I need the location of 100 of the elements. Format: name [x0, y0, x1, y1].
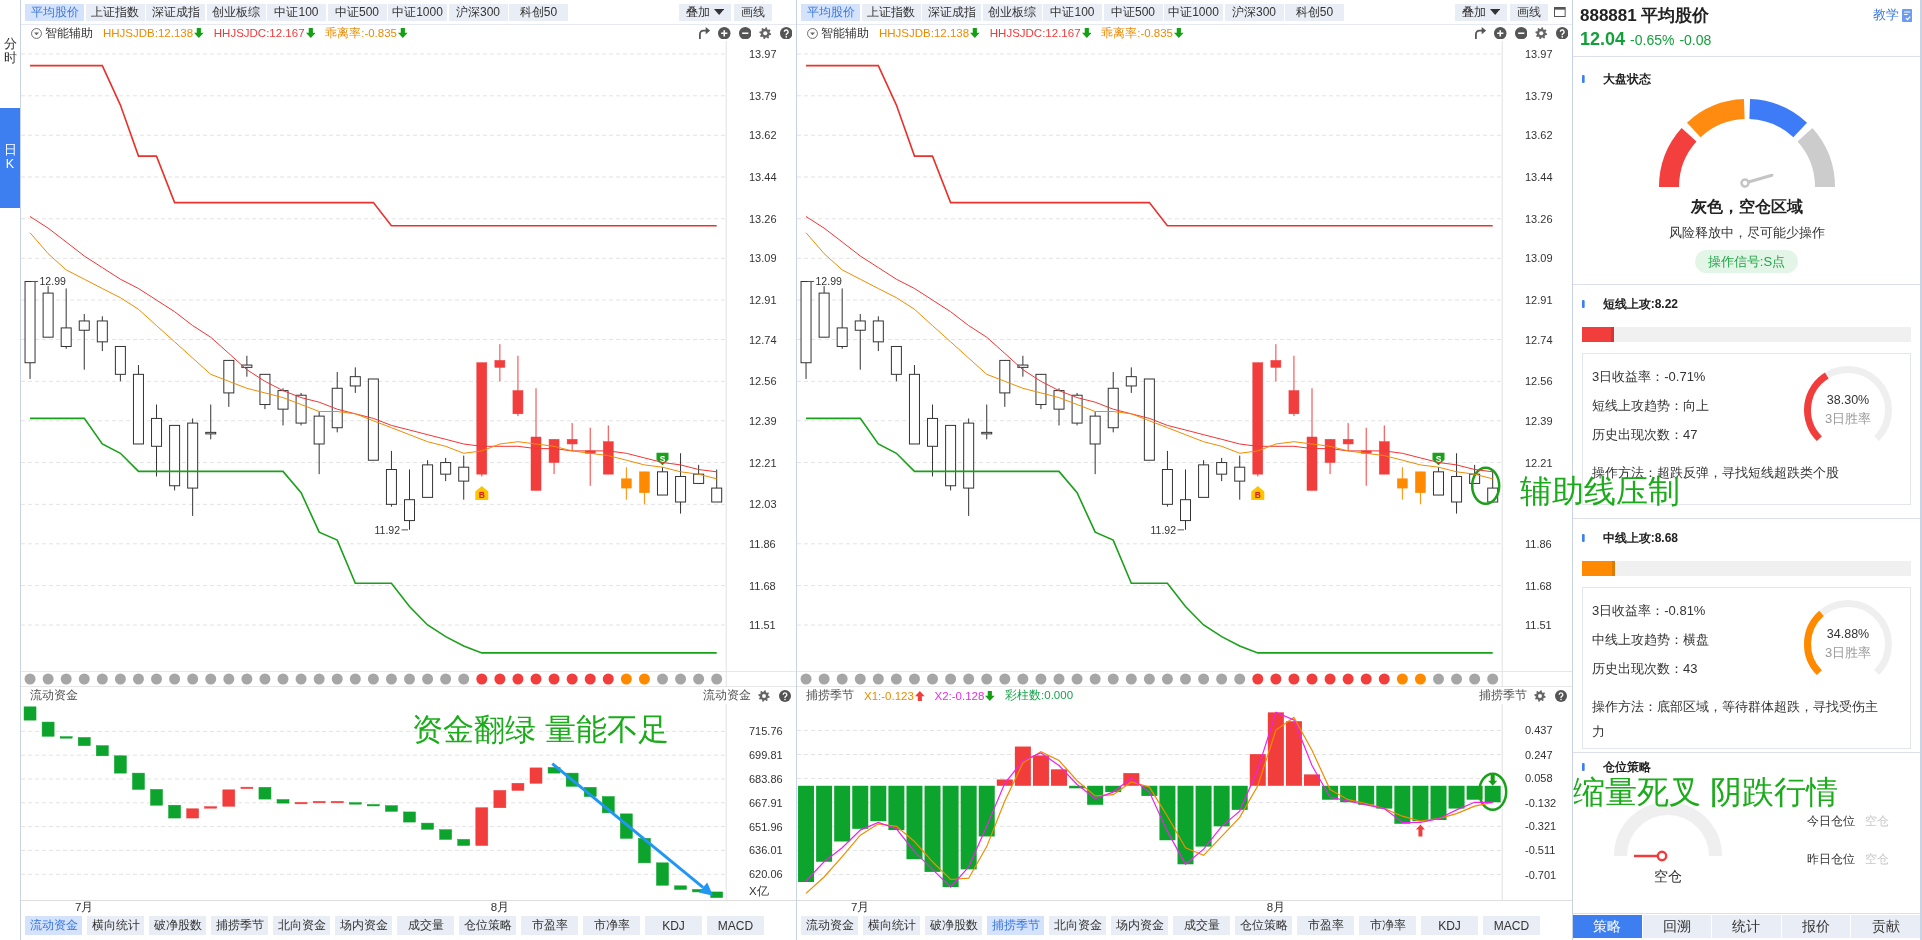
candlestick: [1071, 392, 1083, 426]
plus-circle-icon[interactable]: [718, 26, 731, 40]
help-icon[interactable]: [1555, 689, 1567, 702]
indicator-reading: X1:-0.123: [864, 689, 914, 702]
candlestick: [1180, 469, 1191, 531]
axis-label: 699.81: [749, 749, 783, 762]
caret-icon: [713, 9, 724, 15]
help-icon[interactable]: [779, 689, 791, 702]
indicator-tab[interactable]: 破净股数: [925, 916, 982, 935]
maximize-icon[interactable]: [1554, 7, 1566, 17]
indicator-tab[interactable]: 市盈率: [1297, 916, 1354, 935]
sidebar-tab[interactable]: 统计: [1712, 915, 1781, 938]
index-tab[interactable]: 创业板综: [206, 3, 266, 21]
axis-unit: X亿: [749, 885, 769, 897]
index-tab[interactable]: 中证1000: [388, 3, 447, 21]
index-tab[interactable]: 中证500: [327, 3, 387, 21]
settings-icon[interactable]: [1534, 689, 1546, 702]
view-tab[interactable]: 分时: [0, 22, 20, 82]
index-tab[interactable]: 深证成指: [146, 3, 205, 21]
settings-icon[interactable]: [759, 26, 772, 40]
minus-circle-icon[interactable]: [1514, 26, 1527, 40]
indicator-tab[interactable]: 流动资金: [801, 916, 858, 935]
chart-title: 捕捞季节: [806, 688, 854, 703]
candlestick: [1017, 355, 1029, 378]
indicator-tab[interactable]: MACD: [707, 916, 764, 935]
stock-title: 888881 平均股价: [1580, 4, 1710, 27]
return-arrow-icon[interactable]: [1474, 26, 1486, 40]
axis-label: 13.44: [1525, 171, 1553, 184]
candlestick: [999, 359, 1011, 408]
down-arrow-icon: [1174, 28, 1184, 38]
indicator-reading: HHJSJDC:12.167: [213, 27, 305, 39]
draw-button[interactable]: 画线: [734, 3, 772, 21]
index-tab[interactable]: 中证1000: [1164, 3, 1223, 21]
help-icon[interactable]: [779, 26, 792, 40]
candlestick: [60, 287, 72, 350]
chart-bar: [1412, 785, 1429, 822]
indicator-tab[interactable]: 仓位策略: [1235, 916, 1292, 935]
chart-bar: [258, 787, 272, 800]
return-arrow-icon[interactable]: [698, 26, 710, 40]
minus-circle-icon[interactable]: [738, 26, 751, 40]
indicator-tab[interactable]: 北向资金: [273, 916, 330, 935]
dropdown-icon[interactable]: [807, 27, 818, 39]
chart-bar: [529, 767, 543, 784]
index-tab[interactable]: 中证100: [1043, 3, 1102, 21]
index-tab[interactable]: 创业板综: [982, 3, 1042, 21]
indicator-tab[interactable]: 成交量: [397, 916, 454, 935]
index-tab[interactable]: 上证指数: [85, 3, 145, 21]
sidebar-tab[interactable]: 贡献: [1851, 915, 1920, 938]
candlestick: [854, 313, 866, 371]
indicator-tab[interactable]: 市净率: [583, 916, 640, 935]
indicator-tab[interactable]: KDJ: [645, 916, 702, 935]
indicator-tab[interactable]: 市净率: [1359, 916, 1416, 935]
overlay-dropdown[interactable]: 叠加: [678, 3, 731, 21]
chart-bar: [168, 804, 181, 819]
draw-button[interactable]: 画线: [1510, 3, 1548, 21]
index-tab[interactable]: 中证500: [1103, 3, 1163, 21]
indicator-tab[interactable]: 北向资金: [1049, 916, 1106, 935]
indicator-tab[interactable]: 破净股数: [149, 916, 206, 935]
candlestick: [114, 346, 126, 382]
indicator-tab[interactable]: 场内资金: [335, 916, 392, 935]
indicator-tab[interactable]: 场内资金: [1111, 916, 1168, 935]
overlay-dropdown[interactable]: 叠加: [1454, 3, 1507, 21]
axis-label: 13.62: [1525, 129, 1553, 142]
index-tab[interactable]: 沪深300: [448, 3, 508, 21]
index-tab[interactable]: 科创50: [1285, 3, 1344, 21]
leader-line: [401, 529, 409, 531]
tutorial-link[interactable]: 教学: [1872, 6, 1912, 24]
indicator-tab[interactable]: 仓位策略: [459, 916, 516, 935]
sidebar-tab[interactable]: 报价: [1781, 915, 1851, 938]
indicator-tab[interactable]: MACD: [1483, 916, 1540, 935]
axis-label: 12.21: [1525, 456, 1553, 469]
indicator-tab[interactable]: 市盈率: [521, 916, 578, 935]
chart-bar: [403, 811, 416, 823]
dropdown-icon[interactable]: [31, 27, 42, 39]
index-tab[interactable]: 科创50: [509, 3, 568, 21]
chart-bar: [1484, 785, 1501, 803]
index-tab[interactable]: 上证指数: [861, 3, 921, 21]
indicator-tab[interactable]: KDJ: [1421, 916, 1478, 935]
index-tab[interactable]: 中证100: [267, 3, 326, 21]
plus-circle-icon[interactable]: [1494, 26, 1507, 40]
buy-marker: B: [475, 486, 489, 501]
sidebar-tab[interactable]: 回溯: [1642, 915, 1712, 938]
view-tab[interactable]: 日K: [0, 108, 20, 208]
down-arrow-icon: [1081, 28, 1092, 38]
indicator-tab[interactable]: 横向统计: [87, 916, 144, 935]
settings-icon[interactable]: [758, 689, 770, 702]
candlestick: [1216, 457, 1228, 482]
caret-icon: [1489, 9, 1500, 15]
indicator-tab[interactable]: 横向统计: [863, 916, 920, 935]
index-tab[interactable]: 沪深300: [1224, 3, 1284, 21]
indicator-tab[interactable]: 成交量: [1173, 916, 1230, 935]
annotation-text: 缩量死叉 阴跌行情: [1573, 776, 1838, 808]
settings-icon[interactable]: [1535, 26, 1548, 40]
chart-bar: [638, 838, 651, 864]
indicator-name: 智能辅助: [45, 25, 93, 41]
candlestick: [1107, 371, 1119, 433]
index-tab[interactable]: 深证成指: [922, 3, 981, 21]
sidebar-tab[interactable]: 策略: [1573, 915, 1642, 938]
help-icon[interactable]: [1555, 26, 1568, 40]
indicator-tab[interactable]: 捕捞季节: [211, 916, 268, 935]
